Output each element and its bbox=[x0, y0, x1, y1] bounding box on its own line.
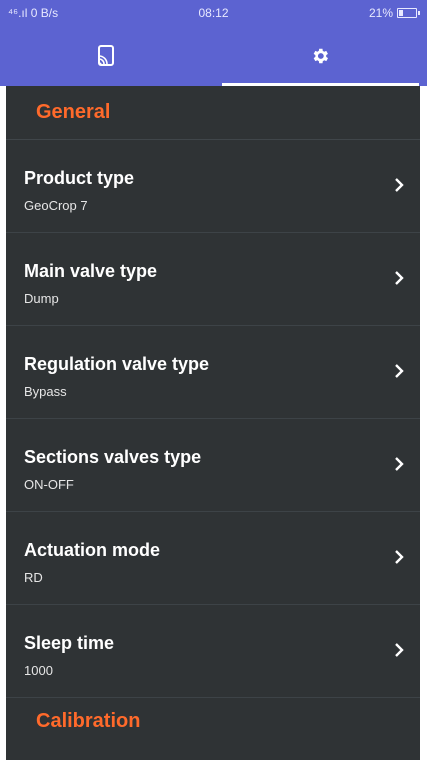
setting-title: Product type bbox=[24, 168, 135, 188]
setting-actuation-mode[interactable]: Actuation mode RD bbox=[6, 512, 420, 605]
setting-value: RD bbox=[24, 570, 43, 585]
setting-value: Dump bbox=[24, 291, 59, 306]
tab-device[interactable] bbox=[0, 26, 214, 86]
tab-settings[interactable] bbox=[214, 26, 427, 86]
chevron-right-icon bbox=[395, 643, 404, 657]
screen-edge bbox=[420, 86, 427, 760]
setting-regulation-valve-type[interactable]: Regulation valve type Bypass bbox=[6, 326, 420, 419]
chevron-right-icon bbox=[395, 457, 404, 471]
setting-product-type[interactable]: Product type GeoCrop 7 bbox=[6, 140, 420, 233]
setting-title: Main valve type bbox=[24, 261, 158, 281]
setting-value: 1000 bbox=[24, 663, 53, 678]
chevron-right-icon bbox=[395, 550, 404, 564]
setting-title: Sleep time bbox=[24, 633, 115, 653]
status-bar: ⁴⁶.ıl 0 B/s 08:12 21% bbox=[0, 0, 427, 26]
setting-value: GeoCrop 7 bbox=[24, 198, 88, 213]
setting-title: Actuation mode bbox=[24, 540, 161, 560]
setting-value: Bypass bbox=[24, 384, 67, 399]
setting-sleep-time[interactable]: Sleep time 1000 bbox=[6, 605, 420, 698]
setting-value: ON-OFF bbox=[24, 477, 74, 492]
tab-bar bbox=[0, 26, 427, 86]
setting-sections-valves-type[interactable]: Sections valves type ON-OFF bbox=[6, 419, 420, 512]
chevron-right-icon bbox=[395, 178, 404, 192]
clock: 08:12 bbox=[198, 6, 229, 20]
gear-icon bbox=[313, 48, 329, 64]
setting-title: Sections valves type bbox=[24, 447, 202, 467]
settings-panel: General Product type GeoCrop 7 Main valv… bbox=[6, 86, 420, 760]
setting-main-valve-type[interactable]: Main valve type Dump bbox=[6, 233, 420, 326]
section-header-calibration: Calibration bbox=[36, 709, 141, 732]
battery-percent: 21% bbox=[368, 6, 393, 20]
battery-status: 21% bbox=[368, 6, 420, 20]
setting-title: Regulation valve type bbox=[24, 354, 210, 374]
cast-device-icon bbox=[97, 45, 114, 66]
chevron-right-icon bbox=[395, 271, 404, 285]
section-header-general: General bbox=[6, 86, 420, 140]
battery-icon bbox=[397, 8, 420, 18]
chevron-right-icon bbox=[395, 364, 404, 378]
